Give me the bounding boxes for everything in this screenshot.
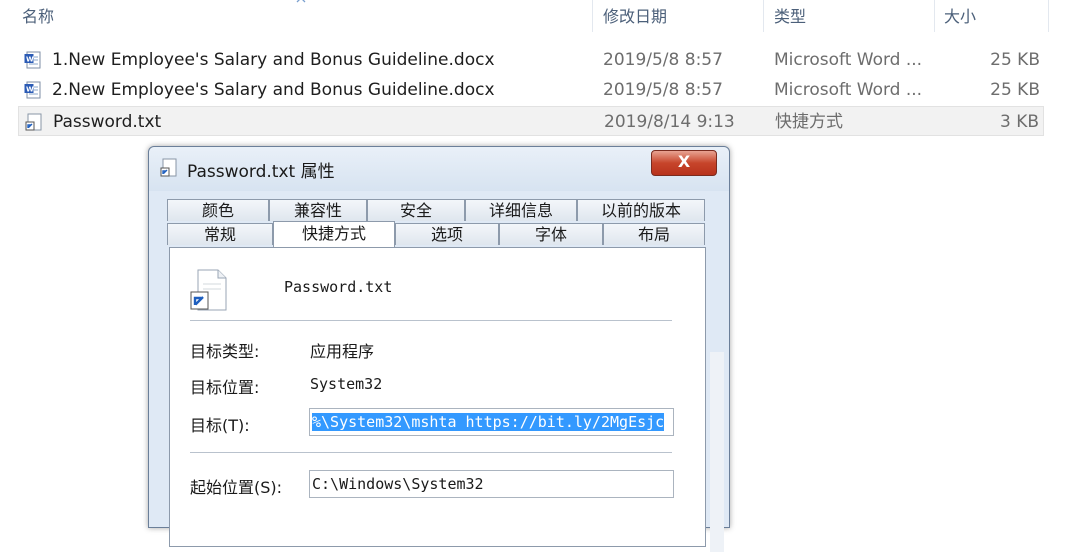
close-icon: X (677, 152, 691, 171)
close-button[interactable]: X (651, 150, 717, 176)
column-name[interactable]: 名称 (22, 6, 54, 28)
tab-general[interactable]: 常规 (167, 223, 273, 245)
word-doc-icon: W (24, 51, 41, 69)
shortcut-icon (160, 158, 177, 177)
column-size[interactable]: 大小 (944, 6, 976, 28)
file-name: 1.New Employee's Salary and Bonus Guidel… (52, 50, 495, 70)
scrollbar[interactable] (710, 352, 724, 552)
file-size: 3 KB (999, 112, 1039, 132)
divider (190, 320, 672, 321)
shortcut-panel: Password.txt 目标类型: 应用程序 目标位置: System32 目… (169, 247, 706, 547)
shortcut-icon (25, 113, 42, 131)
tab-details[interactable]: 详细信息 (465, 199, 577, 221)
properties-dialog: Password.txt 属性 X 颜色 兼容性 安全 详细信息 以前的版本 常… (148, 146, 730, 552)
target-input-text: %\System32\mshta https://bit.ly/2MgEsjc (312, 413, 665, 431)
svg-text:W: W (26, 56, 34, 64)
column-modified[interactable]: 修改日期 (603, 6, 667, 28)
column-separator[interactable] (1048, 0, 1049, 32)
target-location-label: 目标位置: (190, 378, 260, 397)
word-doc-icon: W (24, 81, 41, 99)
column-separator[interactable] (934, 0, 935, 32)
file-type: Microsoft Word ... (774, 80, 923, 100)
tab-compatibility[interactable]: 兼容性 (269, 199, 367, 221)
file-date: 2019/5/8 8:57 (603, 80, 723, 100)
column-separator[interactable] (592, 0, 593, 32)
dialog-titlebar[interactable]: Password.txt 属性 X (149, 147, 729, 191)
column-separator[interactable] (763, 0, 764, 32)
target-type-label: 目标类型: (190, 342, 260, 361)
start-in-input[interactable]: C:\Windows\System32 (309, 470, 674, 498)
file-name: Password.txt (53, 112, 162, 132)
file-name: 2.New Employee's Salary and Bonus Guidel… (52, 80, 495, 100)
svg-text:W: W (26, 86, 34, 94)
column-header: 名称 修改日期 类型 大小 (0, 0, 1080, 34)
sort-arrow-icon (296, 0, 306, 3)
file-size: 25 KB (990, 80, 1040, 100)
file-row-selected[interactable]: Password.txt 2019/8/14 9:13 快捷方式 3 KB (18, 106, 1044, 136)
tab-security[interactable]: 安全 (367, 199, 465, 221)
target-type-value: 应用程序 (310, 342, 375, 361)
file-date: 2019/8/14 9:13 (604, 112, 735, 132)
target-input[interactable]: %\System32\mshta https://bit.ly/2MgEsjc (309, 408, 674, 436)
file-type: Microsoft Word ... (774, 50, 923, 70)
start-in-label: 起始位置(S): (190, 478, 283, 497)
file-date: 2019/5/8 8:57 (603, 50, 723, 70)
target-label: 目标(T): (190, 416, 250, 435)
tab-options[interactable]: 选项 (395, 223, 499, 245)
file-size: 25 KB (990, 50, 1040, 70)
shortcut-name: Password.txt (284, 278, 393, 296)
tab-font[interactable]: 字体 (499, 223, 603, 245)
dialog-title: Password.txt 属性 (187, 162, 335, 182)
column-type[interactable]: 类型 (774, 6, 806, 28)
shortcut-file-icon (190, 269, 227, 311)
file-type: 快捷方式 (775, 112, 843, 132)
target-location-value: System32 (310, 375, 383, 393)
tab-colors[interactable]: 颜色 (167, 199, 269, 221)
tab-layout[interactable]: 布局 (603, 223, 705, 245)
tab-previous-versions[interactable]: 以前的版本 (577, 199, 705, 221)
start-in-input-text: C:\Windows\System32 (312, 475, 484, 493)
tab-shortcut[interactable]: 快捷方式 (273, 221, 395, 247)
divider (190, 452, 672, 453)
file-row[interactable]: W 2.New Employee's Salary and Bonus Guid… (18, 75, 1044, 105)
file-row[interactable]: W 1.New Employee's Salary and Bonus Guid… (18, 45, 1044, 75)
